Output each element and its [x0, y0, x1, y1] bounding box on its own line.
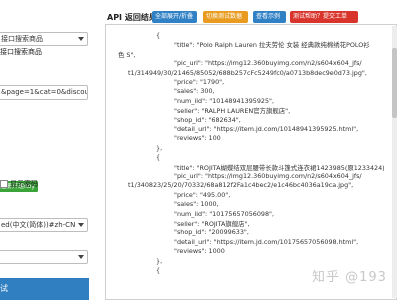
- json-line: t1/340823/25/20/70332/68a812f2Fa1c4bec2/…: [128, 181, 354, 190]
- page: 接口搜索商品 接口搜索商品 &page=1&cat=0&discou 注册开通K…: [0, 0, 399, 300]
- json-line: "reviews": 1000: [174, 247, 225, 256]
- api-method-select-value: 接口搜索商品: [1, 35, 43, 43]
- json-result-box[interactable]: { "title": "Polo Ralph Lauren 拉夫劳伦 女装 经典款…: [105, 24, 397, 300]
- json-line: "shop_id": "20099633",: [174, 228, 249, 237]
- watermark: 知乎 @193: [312, 270, 387, 285]
- show-password-checkbox[interactable]: [0, 180, 8, 188]
- result-title: API 返回结果: [107, 13, 157, 22]
- secondary-select[interactable]: [0, 250, 88, 264]
- result-scrollbar[interactable]: [392, 26, 397, 298]
- chevron-down-icon: [78, 37, 84, 41]
- chevron-down-icon: [78, 223, 84, 227]
- json-line: "reviews": 100: [174, 134, 221, 143]
- api-method-label: 接口搜索商品: [0, 48, 42, 56]
- json-line: "title": "Polo Ralph Lauren 拉夫劳伦 女装 经典款纯…: [174, 41, 370, 50]
- show-password-label: 显示密码: [10, 180, 38, 188]
- json-line: {: [156, 266, 161, 274]
- request-form-panel: 接口搜索商品 接口搜索商品 &page=1&cat=0&discou 注册开通K…: [0, 0, 96, 300]
- view-example-button[interactable]: 查看示例: [253, 11, 286, 23]
- json-line: 色 S",: [118, 50, 136, 59]
- json-line: {: [156, 31, 161, 39]
- json-line: "pic_url": "https://img12.360buyimg.com/…: [174, 59, 362, 68]
- json-line: "num_iid": "10175657056098",: [174, 209, 275, 218]
- expand-collapse-button[interactable]: 全部展开/折叠: [152, 11, 197, 23]
- language-select[interactable]: ed(中文(简体))#zh-CN: [0, 218, 88, 232]
- json-line: "sales": 300,: [174, 87, 215, 96]
- json-line: {: [156, 153, 161, 162]
- json-line: "shop_id": "682634",: [174, 115, 241, 124]
- json-line: "detail_url": "https://item.jd.com/10175…: [174, 237, 359, 246]
- json-line: "detail_url": "https://item.jd.com/10148…: [174, 125, 359, 133]
- json-line: "sales": 1000,: [174, 200, 219, 209]
- json-line: "title": "ROJITA蝴蝶结双层腰带长款斗篷式连衣裙1423985(原…: [174, 163, 385, 172]
- chevron-down-icon: [78, 255, 84, 259]
- scrollbar-thumb[interactable]: [392, 48, 397, 118]
- json-line: },: [156, 256, 163, 265]
- api-method-select[interactable]: 接口搜索商品: [0, 32, 88, 46]
- json-line: t1/314949/30/21465/85052/688b257cFc5249f…: [128, 68, 367, 77]
- json-line: "seller": "ROJITA旗舰店",: [174, 220, 250, 228]
- submit-ticket-button[interactable]: 测试帮助？提交工单: [290, 11, 358, 23]
- switch-test-data-button[interactable]: 切换测试数据: [203, 11, 248, 23]
- json-line: "num_iid": "10148941395925",: [174, 96, 275, 105]
- json-line: "price": "495.00",: [174, 190, 231, 199]
- json-line: "seller": "RALPH LAUREN官方旗舰店",: [174, 107, 291, 116]
- submit-test-button[interactable]: 试: [0, 278, 89, 300]
- json-line: "pic_url": "https://img12.360buyimg.com/…: [174, 172, 362, 180]
- request-params-input[interactable]: &page=1&cat=0&discou: [0, 85, 88, 100]
- json-line: "price": "1790",: [174, 78, 225, 86]
- json-line: },: [156, 143, 163, 152]
- language-select-value: ed(中文(简体))#zh-CN: [1, 221, 76, 229]
